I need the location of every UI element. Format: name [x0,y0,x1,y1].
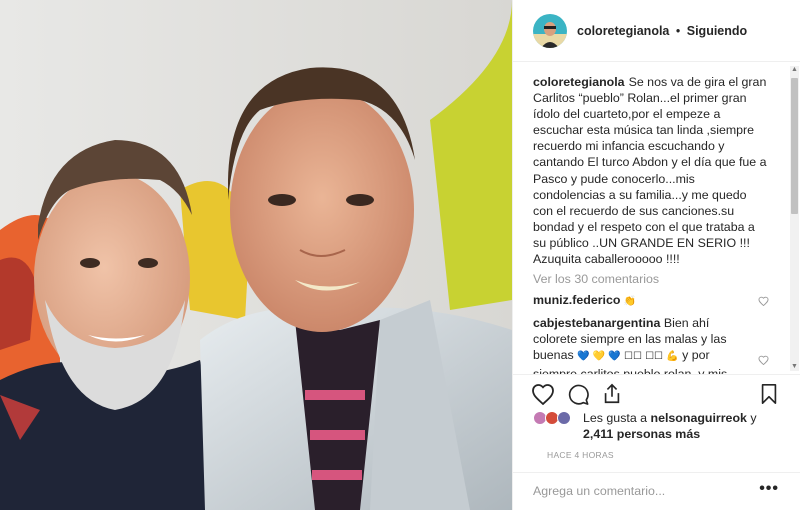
post-timestamp[interactable]: HACE 4 HORAS [547,450,614,460]
scroll-thumb[interactable] [791,78,798,214]
scroll-down-arrow-icon[interactable]: ▼ [791,363,798,371]
avatar-image [533,13,567,48]
caption-text: Se nos va de gira el gran Carlitos “pueb… [533,75,767,267]
add-comment-bar: ••• [513,472,800,510]
comments-list[interactable]: coloretegianola Se nos va de gira el gran… [513,62,800,374]
heart-icon[interactable] [531,383,555,408]
comment-username[interactable]: muniz.federico [533,293,620,307]
comment-input[interactable] [533,484,733,498]
likes-middle: y [746,411,757,425]
liker-avatar [557,411,571,425]
comment-username[interactable]: cabjestebanargentina [533,316,660,330]
header-username[interactable]: coloretegianola [577,24,669,38]
photo-image [0,0,512,510]
header-separator: • [675,23,681,38]
header-text: coloretegianola • Siguiendo [577,24,747,38]
bookmark-icon[interactable] [759,383,779,408]
scroll-up-arrow-icon[interactable]: ▲ [791,66,798,74]
comment-bubble-icon[interactable] [567,383,590,408]
likes-text: Les gusta a nelsonaguirreok y 2,411 perso… [583,410,757,442]
liker-username[interactable]: nelsonaguirreok [651,411,747,425]
instagram-post: coloretegianola • Siguiendo coloretegian… [0,0,800,510]
post-photo[interactable] [0,0,512,510]
following-button[interactable]: Siguiendo [687,24,747,38]
comment-item: muniz.federico 👏 [533,292,773,310]
post-side-panel: coloretegianola • Siguiendo coloretegian… [512,0,800,510]
likes-prefix: Les gusta a [583,411,651,425]
liker-avatars[interactable] [533,411,575,427]
comment-emojis: 💙 💛 💙 ☐☐ ☐☐ 💪 [577,351,679,363]
likes-count[interactable]: 2,411 personas más [583,427,700,441]
comment-item: cabjestebanargentina Bien ahí colorete s… [533,315,773,374]
clap-emoji: 👏 [623,296,637,308]
caption-username[interactable]: coloretegianola [533,75,625,89]
comment-like-heart-icon[interactable] [758,294,769,310]
view-all-comments-link[interactable]: Ver los 30 comentarios [533,271,800,287]
action-bar [513,374,800,410]
comments-scrollbar[interactable]: ▲ ▼ [790,66,799,371]
post-header: coloretegianola • Siguiendo [513,0,800,62]
comment-like-heart-icon[interactable] [758,353,769,369]
more-options-icon[interactable]: ••• [759,480,779,498]
share-icon[interactable] [601,383,623,408]
post-caption: coloretegianola Se nos va de gira el gran… [533,74,769,267]
likes-section: Les gusta a nelsonaguirreok y 2,411 perso… [533,410,793,444]
avatar[interactable] [533,13,567,48]
